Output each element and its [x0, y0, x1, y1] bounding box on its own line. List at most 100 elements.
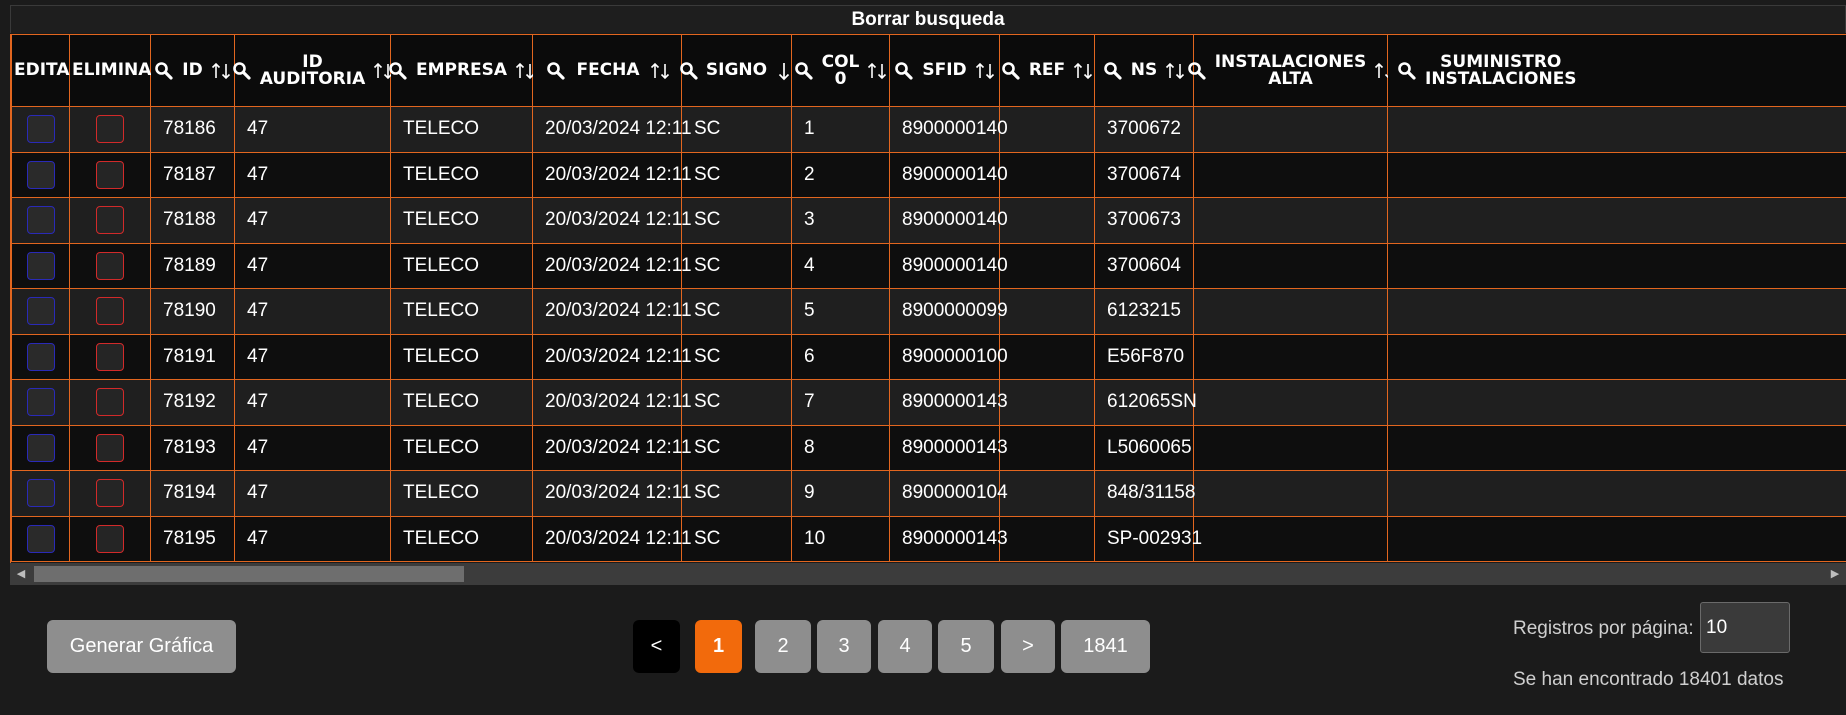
table-row[interactable]: 78194 47 TELECO 20/03/2024 12:11 SC 9 89000001…: [11, 470, 1846, 517]
cell-fecha: 20/03/2024 12:11: [532, 106, 692, 153]
edit-checkbox[interactable]: [26, 297, 55, 326]
cell-sfid: 8900000104: [889, 470, 1008, 517]
table-row[interactable]: 78188 47 TELECO 20/03/2024 12:11 SC 3 89000001…: [11, 197, 1846, 244]
delete-checkbox[interactable]: [96, 342, 124, 371]
sort-icon[interactable]: [866, 60, 888, 82]
table-row[interactable]: 78186 47 TELECO 20/03/2024 12:11 SC 1 89000001…: [11, 106, 1846, 153]
sort-icon[interactable]: [1164, 60, 1186, 82]
col-label: INSTALACIONES: [1425, 68, 1577, 89]
scroll-right-icon[interactable]: ▶: [1826, 563, 1844, 585]
edit-checkbox[interactable]: [26, 388, 55, 417]
cell-signo: SC: [681, 106, 792, 153]
pagination-prev-button[interactable]: <: [633, 620, 680, 673]
horizontal-scrollbar[interactable]: ◀ ▶: [10, 563, 1846, 585]
edit-checkbox[interactable]: [26, 479, 55, 508]
col-label: ID: [182, 60, 203, 80]
cell-suministro: [1387, 106, 1846, 153]
delete-checkbox[interactable]: [96, 479, 124, 508]
cell-empresa: TELECO: [390, 333, 533, 380]
pagination-next-button[interactable]: >: [1001, 620, 1055, 673]
col-label: FECHA: [576, 60, 640, 80]
table-row[interactable]: 78190 47 TELECO 20/03/2024 12:11 SC 5 89000000…: [11, 288, 1846, 335]
cell-signo: SC: [681, 288, 792, 335]
clear-search-button[interactable]: Borrar busqueda: [10, 5, 1846, 33]
delete-cell: [69, 197, 151, 244]
cell-empresa: TELECO: [390, 197, 533, 244]
search-icon[interactable]: [1396, 60, 1418, 82]
cell-id: 78192: [150, 379, 235, 426]
table-row[interactable]: 78193 47 TELECO 20/03/2024 12:11 SC 8 89000001…: [11, 424, 1846, 471]
delete-checkbox[interactable]: [96, 297, 124, 326]
search-icon[interactable]: [678, 60, 700, 82]
cell-ns: 848/31158: [1094, 470, 1195, 517]
delete-checkbox[interactable]: [96, 524, 124, 553]
cell-ns: 3700673: [1094, 197, 1194, 244]
sort-icon[interactable]: [210, 60, 232, 82]
delete-checkbox[interactable]: [96, 160, 124, 189]
cell-signo: SC: [681, 197, 792, 244]
delete-checkbox[interactable]: [96, 388, 124, 417]
scroll-left-icon[interactable]: ◀: [12, 563, 30, 585]
search-icon[interactable]: [545, 60, 567, 82]
pagination-page-button[interactable]: 2: [755, 620, 811, 673]
cell-col0: 7: [791, 379, 890, 426]
edit-checkbox[interactable]: [26, 524, 55, 553]
edit-checkbox[interactable]: [26, 433, 55, 462]
cell-suministro: [1387, 379, 1846, 426]
cell-fecha: 20/03/2024 12:11: [532, 288, 692, 335]
table-row[interactable]: 78191 47 TELECO 20/03/2024 12:11 SC 6 89000001…: [11, 333, 1846, 380]
delete-checkbox[interactable]: [96, 206, 124, 235]
search-icon[interactable]: [893, 60, 915, 82]
col-header-ref: REF: [999, 34, 1095, 107]
pagination-page-button[interactable]: 3: [817, 620, 871, 673]
cell-sfid: 8900000140: [889, 151, 1008, 198]
edit-cell: [11, 470, 70, 517]
pagination-page-button[interactable]: 1: [695, 620, 742, 673]
pagination-page-button[interactable]: 4: [878, 620, 932, 673]
search-icon[interactable]: [153, 60, 175, 82]
table-row[interactable]: 78189 47 TELECO 20/03/2024 12:11 SC 4 89000001…: [11, 242, 1846, 289]
col-label: SIGNO: [705, 60, 768, 80]
pagination-page-button[interactable]: 5: [938, 620, 994, 673]
search-icon[interactable]: [231, 60, 253, 82]
col-header-fecha: FECHA: [532, 34, 682, 107]
pagination-last-page-button[interactable]: 1841: [1061, 620, 1150, 673]
edit-checkbox[interactable]: [26, 206, 55, 235]
edit-checkbox[interactable]: [26, 115, 55, 144]
scrollbar-thumb[interactable]: [34, 566, 464, 582]
cell-col0: 8: [791, 424, 890, 471]
edit-cell: [11, 515, 70, 562]
search-icon[interactable]: [387, 60, 409, 82]
sort-icon[interactable]: [649, 60, 671, 82]
sort-icon[interactable]: [1072, 60, 1094, 82]
cell-suministro: [1387, 333, 1846, 380]
delete-checkbox[interactable]: [96, 115, 124, 144]
search-icon[interactable]: [1102, 60, 1124, 82]
search-icon[interactable]: [793, 60, 815, 82]
table-row[interactable]: 78195 47 TELECO 20/03/2024 12:11 SC 10 8900000…: [11, 515, 1846, 562]
edit-checkbox[interactable]: [26, 342, 55, 371]
search-icon[interactable]: [1186, 60, 1208, 82]
edit-checkbox[interactable]: [26, 160, 55, 189]
records-per-page-input[interactable]: [1700, 602, 1790, 653]
delete-checkbox[interactable]: [96, 433, 124, 462]
generate-chart-button[interactable]: Generar Gráfica: [47, 620, 236, 673]
sort-icon[interactable]: [974, 60, 996, 82]
edit-checkbox[interactable]: [26, 251, 55, 280]
delete-cell: [69, 242, 151, 289]
edit-cell: [11, 424, 70, 471]
delete-checkbox[interactable]: [96, 251, 124, 280]
cell-ns: L5060065: [1094, 424, 1194, 471]
cell-empresa: TELECO: [390, 151, 533, 198]
search-icon[interactable]: [1000, 60, 1022, 82]
table-row[interactable]: 78187 47 TELECO 20/03/2024 12:11 SC 2 89000001…: [11, 151, 1846, 198]
table-row[interactable]: 78192 47 TELECO 20/03/2024 12:11 SC 7 89000001…: [11, 379, 1846, 426]
cell-sfid: 8900000140: [889, 242, 1008, 289]
cell-inst_alta: [1193, 197, 1388, 244]
col-header-sfid: SFID: [889, 34, 1000, 107]
col-header-suministro-instalaciones: SUMINISTRO INSTALACIONES: [1387, 34, 1846, 107]
cell-auditoria: 47: [234, 333, 391, 380]
data-table: EDITAR ELIMINAR ID IDAUDITORIA EMPRESA: [11, 34, 1846, 562]
cell-fecha: 20/03/2024 12:11: [532, 242, 692, 289]
edit-cell: [11, 197, 70, 244]
